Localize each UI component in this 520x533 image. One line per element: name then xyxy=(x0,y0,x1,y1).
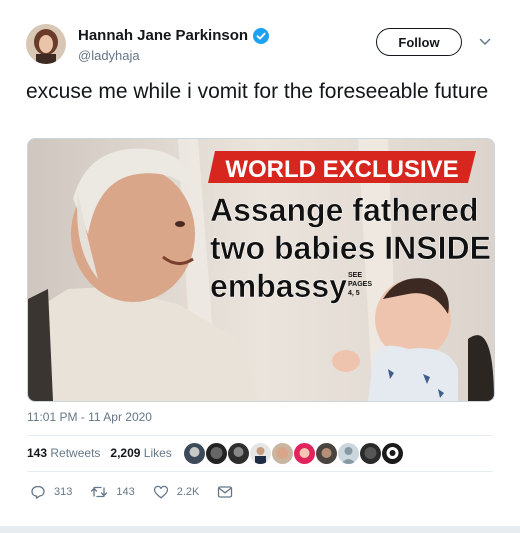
see-pages-line-1: SEE xyxy=(348,272,362,279)
author-avatar[interactable] xyxy=(26,24,66,64)
like-action[interactable]: 2.2K xyxy=(153,484,200,500)
liker-avatar[interactable] xyxy=(206,443,227,464)
likes-count: 2,209 xyxy=(110,446,141,460)
headline-line-1: Assange fathered xyxy=(210,192,479,228)
chevron-down-icon[interactable] xyxy=(479,37,491,47)
author-handle[interactable]: @ladyhaja xyxy=(78,48,140,63)
see-pages-line-2: PAGES xyxy=(348,281,372,288)
divider xyxy=(27,435,493,436)
likes-stat[interactable]: 2,209 Likes xyxy=(110,446,171,460)
tweet-timestamp[interactable]: 11:01 PM - 11 Apr 2020 xyxy=(27,410,152,424)
author-name[interactable]: Hannah Jane Parkinson xyxy=(78,27,248,44)
reply-count: 313 xyxy=(54,486,73,498)
headline-line-3: embassy xyxy=(210,268,347,304)
tweet-stats: 143 Retweets 2,209 Likes xyxy=(27,446,172,460)
page-footer-strip xyxy=(0,526,520,533)
liker-avatar[interactable] xyxy=(294,443,315,464)
liker-avatars xyxy=(184,443,403,464)
reply-action[interactable]: 313 xyxy=(30,484,72,500)
retweets-label: Retweets xyxy=(50,446,101,460)
divider xyxy=(27,471,493,472)
direct-message-action[interactable] xyxy=(217,485,233,499)
author-name-row[interactable]: Hannah Jane Parkinson xyxy=(78,27,270,44)
retweet-icon xyxy=(91,486,108,498)
headline-line-2: two babies INSIDE xyxy=(210,230,491,266)
banner-text: WORLD EXCLUSIVE xyxy=(225,156,458,183)
tweet-card: Hannah Jane Parkinson @ladyhaja Follow e… xyxy=(0,0,520,526)
retweet-count: 143 xyxy=(116,486,135,498)
likes-label: Likes xyxy=(143,446,172,460)
see-pages-line-3: 4, 5 xyxy=(348,290,360,297)
follow-button[interactable]: Follow xyxy=(376,28,462,56)
liker-avatar[interactable] xyxy=(272,443,293,464)
tweet-media-image[interactable]: WORLD EXCLUSIVE Assange fathered two bab… xyxy=(27,138,495,402)
liker-avatar[interactable] xyxy=(316,443,337,464)
liker-avatar[interactable] xyxy=(228,443,249,464)
liker-avatar[interactable] xyxy=(382,443,403,464)
like-count: 2.2K xyxy=(176,486,200,498)
heart-icon xyxy=(153,485,168,499)
verified-badge-icon xyxy=(253,27,270,44)
retweets-count: 143 xyxy=(27,446,48,460)
liker-avatar[interactable] xyxy=(338,443,359,464)
retweets-stat[interactable]: 143 Retweets xyxy=(27,446,100,460)
reply-icon xyxy=(31,485,45,499)
retweet-action[interactable]: 143 xyxy=(90,484,135,500)
tweet-actions: 313 143 2.2K xyxy=(30,484,251,500)
liker-avatar[interactable] xyxy=(250,443,271,464)
tweet-text: excuse me while i vomit for the foreseea… xyxy=(26,80,489,103)
liker-avatar[interactable] xyxy=(360,443,381,464)
envelope-icon xyxy=(218,486,233,498)
liker-avatar[interactable] xyxy=(184,443,205,464)
